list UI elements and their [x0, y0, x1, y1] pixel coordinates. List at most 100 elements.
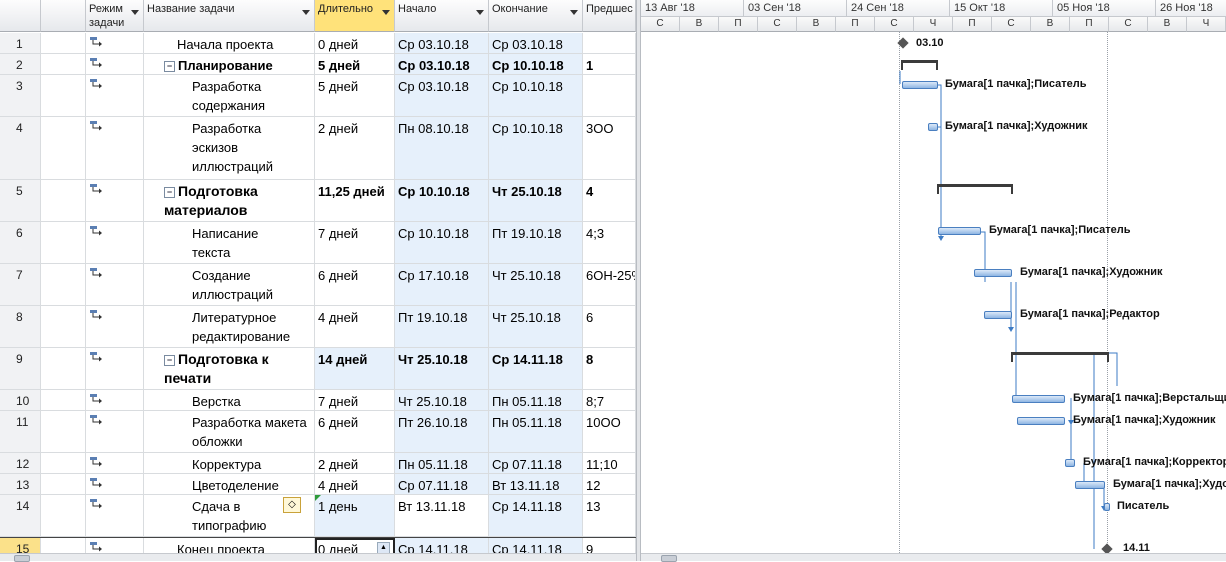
task-duration[interactable]: 5 дней: [315, 75, 395, 116]
mode-cell[interactable]: [86, 117, 144, 179]
task-duration[interactable]: 0 дней: [315, 33, 395, 53]
filter-arrow-icon[interactable]: [382, 10, 390, 15]
task-end[interactable]: Ср 14.11.18: [489, 538, 583, 553]
task-duration-cell[interactable]: 0 дней ▲: [315, 538, 395, 553]
mode-cell[interactable]: [86, 411, 144, 452]
row-id[interactable]: 15: [0, 538, 41, 553]
smart-tag-icon[interactable]: ◇: [283, 497, 301, 513]
table-row[interactable]: 11 Разработка макета обложки 6 дней Пт 2…: [0, 411, 636, 453]
task-start[interactable]: Ср 17.10.18: [395, 264, 489, 305]
task-duration[interactable]: 5 дней: [315, 54, 395, 74]
task-end[interactable]: Чт 25.10.18: [489, 264, 583, 305]
mode-cell[interactable]: [86, 538, 144, 553]
task-end[interactable]: Ср 10.10.18: [489, 54, 583, 74]
task-pred[interactable]: 6: [583, 306, 636, 347]
header-row-id[interactable]: [0, 0, 41, 32]
task-name[interactable]: Литературное редактирование: [144, 306, 315, 347]
mode-cell[interactable]: [86, 75, 144, 116]
table-row[interactable]: 9 − Подготовка к печати 14 дней Чт 25.10.…: [0, 348, 636, 390]
task-end[interactable]: Ср 14.11.18: [489, 348, 583, 389]
row-id[interactable]: 13: [0, 474, 41, 494]
task-pred[interactable]: 1: [583, 54, 636, 74]
task-pred[interactable]: 3ОО: [583, 117, 636, 179]
header-mode[interactable]: Режим задачи: [86, 0, 144, 32]
task-start[interactable]: Ср 07.11.18: [395, 474, 489, 494]
task-end[interactable]: Ср 03.10.18: [489, 33, 583, 53]
task-duration-cell[interactable]: 1 день: [315, 495, 395, 536]
task-name[interactable]: Верстка: [144, 390, 315, 410]
task-start[interactable]: Пн 08.10.18: [395, 117, 489, 179]
task-end[interactable]: Ср 10.10.18: [489, 75, 583, 116]
table-row[interactable]: 5 − Подготовка материалов 11,25 дней Ср 1…: [0, 180, 636, 222]
task-name[interactable]: Корректура: [144, 453, 315, 473]
mode-cell[interactable]: [86, 33, 144, 53]
mode-cell[interactable]: [86, 495, 144, 536]
mode-cell[interactable]: [86, 474, 144, 494]
task-name-cell[interactable]: − Планирование: [144, 54, 315, 74]
task-name-cell[interactable]: − Подготовка к печати: [144, 348, 315, 389]
task-bar[interactable]: [1017, 417, 1065, 425]
collapse-icon[interactable]: −: [164, 61, 175, 72]
task-bar[interactable]: [1104, 503, 1110, 511]
task-end[interactable]: Пт 19.10.18: [489, 222, 583, 263]
task-bar[interactable]: [928, 123, 938, 131]
table-row[interactable]: 2 − Планирование 5 дней Ср 03.10.18 Ср 10…: [0, 54, 636, 75]
row-id[interactable]: 1: [0, 33, 41, 53]
header-indicators[interactable]: i: [41, 0, 86, 32]
table-row[interactable]: 1 Начала проекта 0 дней Ср 03.10.18 Ср 0…: [0, 33, 636, 54]
header-pred[interactable]: Предшес: [583, 0, 636, 32]
row-id[interactable]: 2: [0, 54, 41, 74]
task-name-cell[interactable]: − Подготовка материалов: [144, 180, 315, 221]
gantt-horizontal-scrollbar[interactable]: [641, 553, 1226, 562]
row-id[interactable]: 4: [0, 117, 41, 179]
task-start[interactable]: Ср 03.10.18: [395, 33, 489, 53]
row-id[interactable]: 3: [0, 75, 41, 116]
task-duration[interactable]: 4 дней: [315, 474, 395, 494]
task-bar[interactable]: [938, 227, 981, 235]
task-bar[interactable]: [1012, 395, 1065, 403]
task-end[interactable]: Чт 25.10.18: [489, 180, 583, 221]
task-pred[interactable]: 12: [583, 474, 636, 494]
task-start[interactable]: Ср 03.10.18: [395, 54, 489, 74]
header-end[interactable]: Окончание: [489, 0, 583, 32]
task-start[interactable]: Пт 26.10.18: [395, 411, 489, 452]
task-start[interactable]: Ср 10.10.18: [395, 222, 489, 263]
mode-cell[interactable]: [86, 453, 144, 473]
collapse-icon[interactable]: −: [164, 187, 175, 198]
table-row[interactable]: 10 Верстка 7 дней Чт 25.10.18 Пн 05.11.1…: [0, 390, 636, 411]
task-pred[interactable]: 13: [583, 495, 636, 536]
task-duration[interactable]: 7 дней: [315, 222, 395, 263]
task-start[interactable]: Чт 25.10.18: [395, 348, 489, 389]
task-pred[interactable]: 6ОН-25%: [583, 264, 636, 305]
summary-bar[interactable]: [901, 60, 938, 63]
task-pred[interactable]: 9: [583, 538, 636, 553]
task-name[interactable]: Написание текста: [144, 222, 315, 263]
filter-arrow-icon[interactable]: [302, 10, 310, 15]
task-start[interactable]: Ср 03.10.18: [395, 75, 489, 116]
task-pred[interactable]: 8: [583, 348, 636, 389]
task-name[interactable]: Разработка макета обложки: [144, 411, 315, 452]
task-duration[interactable]: 11,25 дней: [315, 180, 395, 221]
filter-arrow-icon[interactable]: [131, 10, 139, 15]
task-start[interactable]: Вт 13.11.18: [395, 495, 489, 536]
header-duration[interactable]: Длительно: [315, 0, 395, 32]
task-end[interactable]: Ср 10.10.18: [489, 117, 583, 179]
task-end[interactable]: Пн 05.11.18: [489, 390, 583, 410]
task-name[interactable]: Разработка содержания: [144, 75, 315, 116]
task-end[interactable]: Вт 13.11.18: [489, 474, 583, 494]
mode-cell[interactable]: [86, 264, 144, 305]
row-id[interactable]: 12: [0, 453, 41, 473]
mode-cell[interactable]: [86, 348, 144, 389]
table-row[interactable]: 14 Сдача в типографию ◇ 1 день Вт 13.11.1…: [0, 495, 636, 537]
task-pred[interactable]: [583, 75, 636, 116]
task-start[interactable]: Пт 19.10.18: [395, 306, 489, 347]
task-start[interactable]: Ср 14.11.18: [395, 538, 489, 553]
row-id[interactable]: 5: [0, 180, 41, 221]
task-name-cell[interactable]: Сдача в типографию ◇: [144, 495, 315, 536]
task-end[interactable]: Пн 05.11.18: [489, 411, 583, 452]
header-name[interactable]: Название задачи: [144, 0, 315, 32]
task-pred[interactable]: 11;10: [583, 453, 636, 473]
task-pred[interactable]: 8;7: [583, 390, 636, 410]
row-id[interactable]: 14: [0, 495, 41, 536]
mode-cell[interactable]: [86, 306, 144, 347]
